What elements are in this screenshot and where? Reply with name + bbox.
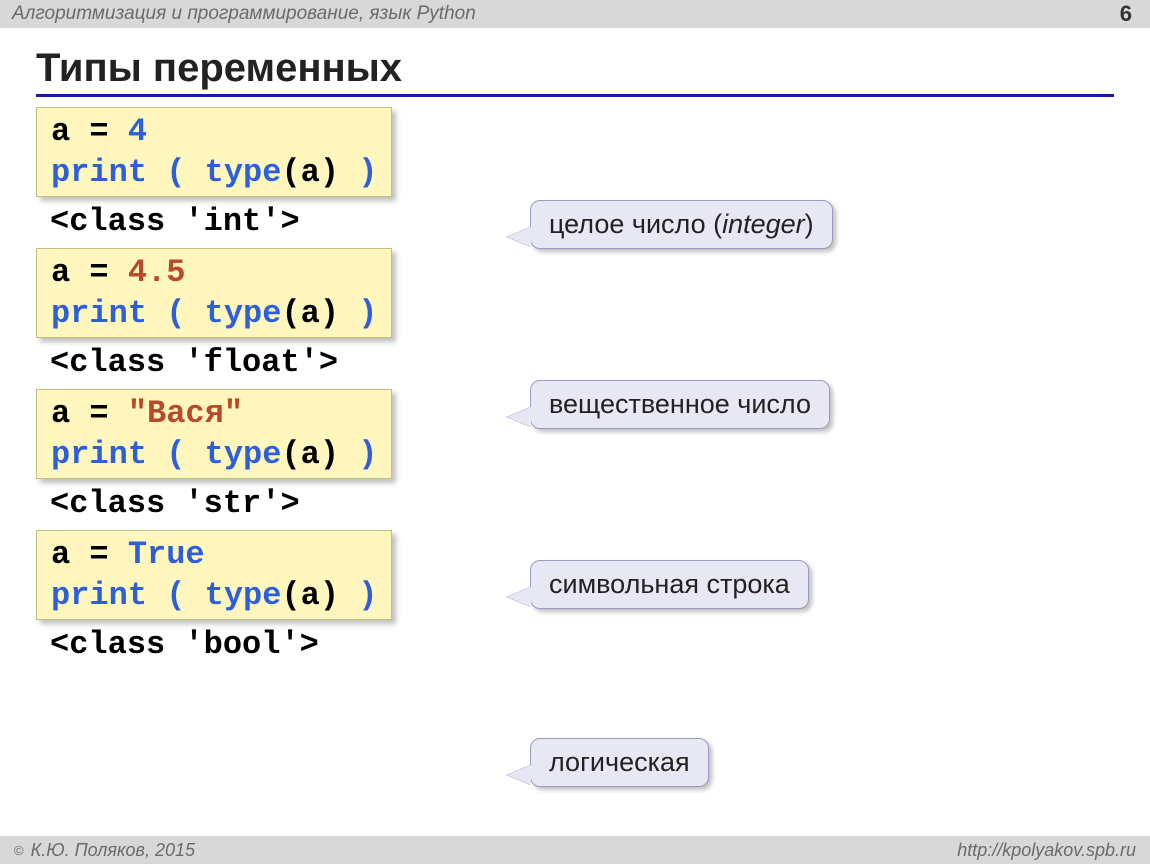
header-subject: Алгоритмизация и программирование, язык …	[12, 3, 476, 25]
callout-tail-icon	[507, 227, 531, 247]
code-box: a = True print ( type(a) )	[36, 530, 392, 620]
code-box: a = 4 print ( type(a) )	[36, 107, 392, 197]
footer-bar: © К.Ю. Поляков, 2015 http://kpolyakov.sp…	[0, 836, 1150, 864]
code-output: <class 'float'>	[36, 338, 1150, 385]
code-output: <class 'bool'>	[36, 620, 1150, 667]
callout-tail-icon	[507, 407, 531, 427]
callout-bubble: символьная строка	[530, 560, 809, 609]
callout-bubble: вещественное число	[530, 380, 830, 429]
callout-tail-icon	[507, 765, 531, 785]
code-box: a = "Вася" print ( type(a) )	[36, 389, 392, 479]
callout-bubble: логическая	[530, 738, 709, 787]
footer-copyright: © К.Ю. Поляков, 2015	[14, 840, 195, 861]
code-output: <class 'str'>	[36, 479, 1150, 526]
callout-bubble: целое число (integer)	[530, 200, 833, 249]
callout-tail-icon	[507, 587, 531, 607]
example-block: a = 4.5 print ( type(a) )<class 'float'>	[36, 248, 1150, 385]
page-title: Типы переменных	[36, 46, 1114, 97]
code-box: a = 4.5 print ( type(a) )	[36, 248, 392, 338]
header-bar: Алгоритмизация и программирование, язык …	[0, 0, 1150, 28]
page-number: 6	[1120, 1, 1132, 27]
footer-url: http://kpolyakov.spb.ru	[957, 840, 1136, 861]
